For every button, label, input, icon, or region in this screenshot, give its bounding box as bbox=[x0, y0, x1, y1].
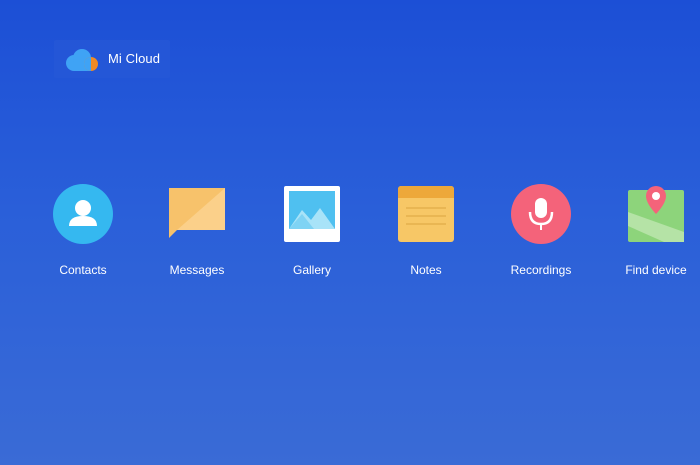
contacts-icon bbox=[53, 184, 113, 244]
app-recordings[interactable]: Recordings bbox=[481, 180, 601, 290]
app-label-contacts: Contacts bbox=[59, 263, 107, 277]
gallery-icon bbox=[284, 186, 340, 242]
app-messages[interactable]: Messages bbox=[137, 180, 257, 290]
find-device-icon bbox=[628, 186, 684, 242]
app-label-gallery: Gallery bbox=[292, 263, 331, 277]
app-notes[interactable]: Notes bbox=[366, 180, 486, 290]
cloud-logo-icon bbox=[66, 49, 98, 71]
app-label-find-device: Find device bbox=[625, 263, 687, 277]
brand-header[interactable]: Mi Cloud bbox=[54, 40, 170, 78]
brand-name: Mi Cloud bbox=[108, 51, 161, 66]
app-label-messages: Messages bbox=[169, 263, 225, 277]
messages-icon bbox=[169, 188, 225, 238]
app-find-device[interactable]: Find device bbox=[596, 180, 700, 290]
notes-icon bbox=[398, 186, 454, 242]
app-contacts[interactable]: Contacts bbox=[23, 180, 143, 290]
recordings-icon bbox=[511, 184, 571, 244]
app-label-recordings: Recordings bbox=[510, 263, 572, 277]
app-label-notes: Notes bbox=[410, 263, 442, 277]
app-gallery[interactable]: Gallery bbox=[252, 180, 372, 290]
